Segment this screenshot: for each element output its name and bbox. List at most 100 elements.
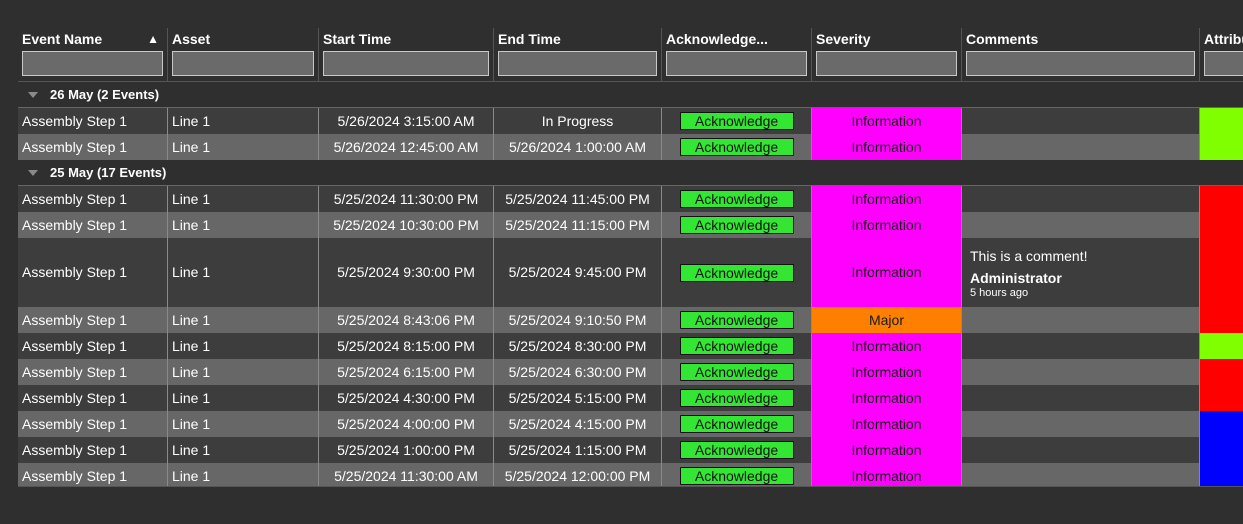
acknowledge-button[interactable]: Acknowledge (679, 190, 794, 208)
acknowledge-button[interactable]: Acknowledge (679, 415, 794, 433)
cell-event-name: Assembly Step 1 (18, 385, 168, 411)
acknowledge-button[interactable]: Acknowledge (679, 263, 794, 282)
cell-event-name: Assembly Step 1 (18, 108, 168, 134)
collapse-triangle-icon[interactable] (28, 169, 38, 176)
acknowledge-button[interactable]: Acknowledge (679, 441, 794, 459)
cell-attribute-color (1200, 212, 1243, 238)
table-row[interactable]: Assembly Step 1 Line 1 5/26/2024 3:15:00 A… (18, 108, 1243, 134)
cell-end-time: 5/25/2024 5:15:00 PM (494, 385, 662, 411)
acknowledge-button[interactable]: Acknowledge (679, 138, 794, 156)
column-header-label: Event Name (22, 31, 103, 47)
cell-start-time: 5/25/2024 11:30:00 AM (319, 463, 494, 486)
acknowledge-button[interactable]: Acknowledge (679, 337, 794, 355)
cell-comments (962, 385, 1200, 411)
cell-event-name: Assembly Step 1 (18, 307, 168, 333)
grid-footer (18, 486, 1243, 524)
cell-end-time: 5/26/2024 1:00:00 AM (494, 134, 662, 160)
cell-event-name: Assembly Step 1 (18, 238, 168, 307)
table-row[interactable]: Assembly Step 1 Line 1 5/25/2024 8:43:06 P… (18, 307, 1243, 333)
acknowledge-button[interactable]: Acknowledge (679, 467, 794, 485)
acknowledge-button[interactable]: Acknowledge (679, 363, 794, 381)
cell-acknowledge: Acknowledge (662, 186, 812, 212)
filter-input-comments[interactable] (966, 51, 1195, 76)
column-header-attributes[interactable]: Attribu (1200, 28, 1243, 50)
column-header-end-time[interactable]: End Time (494, 28, 662, 50)
table-row[interactable]: Assembly Step 1 Line 1 5/25/2024 10:30:00 … (18, 212, 1243, 238)
cell-severity: Information (812, 333, 962, 359)
table-row[interactable]: Assembly Step 1 Line 1 5/25/2024 1:00:00 P… (18, 437, 1243, 463)
column-header-label: Start Time (323, 31, 392, 47)
column-header-comments[interactable]: Comments (962, 28, 1200, 50)
filter-input-attributes[interactable] (1204, 51, 1243, 76)
cell-comments (962, 134, 1200, 160)
cell-event-name: Assembly Step 1 (18, 463, 168, 486)
column-header-event-name[interactable]: Event Name ▲ (18, 28, 168, 50)
cell-end-time: 5/25/2024 11:15:00 PM (494, 212, 662, 238)
table-row[interactable]: Assembly Step 1 Line 1 5/25/2024 4:30:00 P… (18, 385, 1243, 411)
cell-start-time: 5/25/2024 6:15:00 PM (319, 359, 494, 385)
cell-end-time: 5/25/2024 9:45:00 PM (494, 238, 662, 307)
filter-row (18, 50, 1243, 82)
cell-comments (962, 359, 1200, 385)
cell-attribute-color (1200, 463, 1243, 486)
table-row[interactable]: Assembly Step 1 Line 1 5/25/2024 11:30:00 … (18, 186, 1243, 212)
cell-comments (962, 411, 1200, 437)
column-header-start-time[interactable]: Start Time (319, 28, 494, 50)
cell-acknowledge: Acknowledge (662, 411, 812, 437)
cell-acknowledge: Acknowledge (662, 307, 812, 333)
table-row[interactable]: Assembly Step 1 Line 1 5/25/2024 4:00:00 P… (18, 411, 1243, 437)
acknowledge-button[interactable]: Acknowledge (679, 112, 794, 130)
filter-input-asset[interactable] (172, 51, 314, 76)
filter-input-start-time[interactable] (323, 51, 489, 76)
cell-asset: Line 1 (168, 212, 319, 238)
cell-attribute-color (1200, 385, 1243, 411)
cell-end-time: 5/25/2024 12:00:00 PM (494, 463, 662, 486)
cell-event-name: Assembly Step 1 (18, 212, 168, 238)
acknowledge-button[interactable]: Acknowledge (679, 216, 794, 234)
column-header-asset[interactable]: Asset (168, 28, 319, 50)
cell-asset: Line 1 (168, 134, 319, 160)
sort-ascending-icon[interactable]: ▲ (147, 28, 159, 50)
cell-attribute-color (1200, 333, 1243, 359)
table-row[interactable]: Assembly Step 1 Line 1 5/25/2024 6:15:00 P… (18, 359, 1243, 385)
cell-start-time: 5/25/2024 8:43:06 PM (319, 307, 494, 333)
column-header-label: End Time (498, 31, 561, 47)
column-header-label: Asset (172, 31, 211, 47)
cell-attribute-color (1200, 437, 1243, 463)
cell-severity: Information (812, 463, 962, 486)
cell-comments: This is a comment! Administrator 5 hours a… (962, 238, 1200, 307)
column-header-label: Comments (966, 31, 1039, 47)
cell-start-time: 5/25/2024 4:00:00 PM (319, 411, 494, 437)
collapse-triangle-icon[interactable] (28, 91, 38, 98)
filter-input-end-time[interactable] (498, 51, 657, 76)
column-header-acknowledge[interactable]: Acknowledge... (662, 28, 812, 50)
cell-comments (962, 437, 1200, 463)
cell-asset: Line 1 (168, 385, 319, 411)
cell-comments (962, 333, 1200, 359)
acknowledge-button[interactable]: Acknowledge (679, 311, 794, 329)
cell-severity: Information (812, 134, 962, 160)
table-row[interactable]: Assembly Step 1 Line 1 5/26/2024 12:45:00 … (18, 134, 1243, 160)
filter-input-acknowledge[interactable] (666, 51, 807, 76)
cell-comments (962, 212, 1200, 238)
cell-acknowledge: Acknowledge (662, 385, 812, 411)
cell-asset: Line 1 (168, 411, 319, 437)
cell-asset: Line 1 (168, 359, 319, 385)
group-header[interactable]: 26 May (2 Events) (18, 82, 1243, 108)
cell-attribute-color (1200, 108, 1243, 134)
filter-input-severity[interactable] (816, 51, 957, 76)
column-header-severity[interactable]: Severity (812, 28, 962, 50)
filter-input-event-name[interactable] (22, 51, 163, 76)
cell-attribute-color (1200, 307, 1243, 333)
cell-severity: Information (812, 212, 962, 238)
cell-asset: Line 1 (168, 333, 319, 359)
cell-attribute-color (1200, 134, 1243, 160)
table-row[interactable]: Assembly Step 1 Line 1 5/25/2024 11:30:00 … (18, 463, 1243, 486)
group-header[interactable]: 25 May (17 Events) (18, 160, 1243, 186)
column-header-label: Attribu (1204, 31, 1243, 47)
table-row[interactable]: Assembly Step 1 Line 1 5/25/2024 8:15:00 P… (18, 333, 1243, 359)
acknowledge-button[interactable]: Acknowledge (679, 389, 794, 407)
cell-start-time: 5/25/2024 1:00:00 PM (319, 437, 494, 463)
table-row[interactable]: Assembly Step 1 Line 1 5/25/2024 9:30:00 P… (18, 238, 1243, 307)
cell-acknowledge: Acknowledge (662, 108, 812, 134)
